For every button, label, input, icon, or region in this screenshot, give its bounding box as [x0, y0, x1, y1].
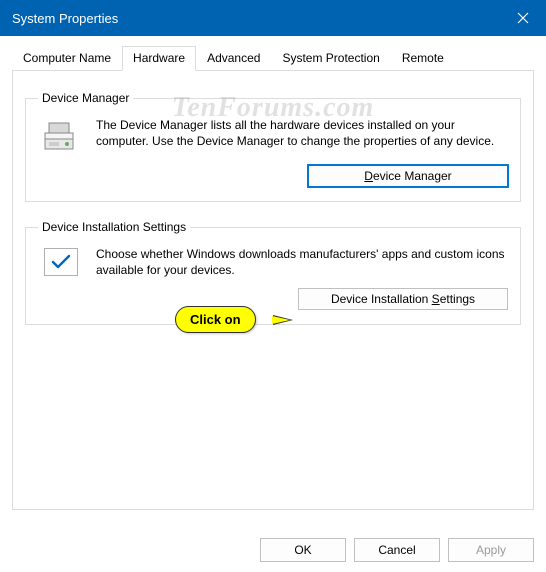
- tab-computer-name[interactable]: Computer Name: [12, 46, 122, 70]
- group-device-installation-legend: Device Installation Settings: [38, 220, 190, 234]
- device-manager-description: The Device Manager lists all the hardwar…: [96, 117, 508, 155]
- window-title: System Properties: [12, 11, 500, 26]
- group-device-manager: Device Manager The Device Manager lists …: [25, 91, 521, 202]
- tab-system-protection[interactable]: System Protection: [271, 46, 390, 70]
- tab-remote[interactable]: Remote: [391, 46, 455, 70]
- group-device-manager-legend: Device Manager: [38, 91, 133, 105]
- checkmark-icon: [44, 248, 78, 276]
- device-installation-settings-button[interactable]: Device Installation Settings: [298, 288, 508, 310]
- dialog-body: Computer Name Hardware Advanced System P…: [0, 36, 546, 510]
- close-icon: [517, 12, 529, 24]
- titlebar: System Properties: [0, 0, 546, 36]
- cancel-button[interactable]: Cancel: [354, 538, 440, 562]
- group-device-installation: Device Installation Settings Choose whet…: [25, 220, 521, 325]
- dialog-footer: OK Cancel Apply: [260, 538, 534, 562]
- ok-button[interactable]: OK: [260, 538, 346, 562]
- checkbox-icon-wrapper: [38, 246, 84, 278]
- device-installation-description: Choose whether Windows downloads manufac…: [96, 246, 508, 278]
- close-button[interactable]: [500, 0, 546, 36]
- tab-panel-hardware: Device Manager The Device Manager lists …: [12, 70, 534, 510]
- apply-button: Apply: [448, 538, 534, 562]
- device-manager-icon: [38, 117, 84, 155]
- device-manager-button[interactable]: Device Manager: [308, 165, 508, 187]
- tab-advanced[interactable]: Advanced: [196, 46, 271, 70]
- tab-strip: Computer Name Hardware Advanced System P…: [12, 46, 534, 70]
- tab-hardware[interactable]: Hardware: [122, 46, 196, 71]
